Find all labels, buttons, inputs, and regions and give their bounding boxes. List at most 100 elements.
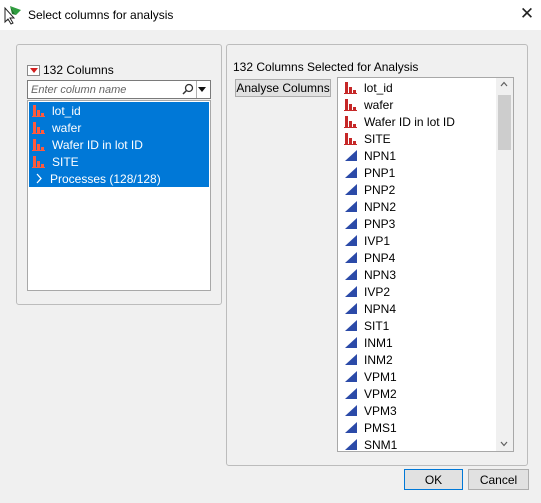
list-item-label: INM2 <box>364 352 393 367</box>
list-item-label: PNP1 <box>364 165 396 180</box>
search-separator <box>196 81 197 98</box>
nominal-icon <box>344 81 358 94</box>
list-item-label: SITE <box>364 131 391 146</box>
continuous-icon <box>344 302 358 315</box>
scroll-down-icon[interactable] <box>500 441 508 447</box>
list-item[interactable]: PMS1 <box>340 419 397 436</box>
list-item-label: NPN2 <box>364 199 397 214</box>
list-item-group[interactable]: Processes (128/128) <box>28 170 161 187</box>
continuous-icon <box>344 285 358 298</box>
selected-columns-header: 132 Columns Selected for Analysis <box>233 60 419 74</box>
list-item-label: NPN4 <box>364 301 397 316</box>
list-item[interactable]: PNP1 <box>340 164 395 181</box>
list-item[interactable]: VPM3 <box>340 402 397 419</box>
nominal-icon <box>32 104 46 117</box>
selected-column-list: lot_idwafer Wafer ID in lot ID SITE NPN1 PNP… <box>337 77 514 452</box>
list-item[interactable]: VPM2 <box>340 385 397 402</box>
columns-header: 132 Columns <box>27 63 114 77</box>
list-item[interactable]: wafer <box>28 119 81 136</box>
column-search-box <box>27 80 211 99</box>
list-item-label: VPM2 <box>364 386 397 401</box>
list-item[interactable]: SIT1 <box>340 317 389 334</box>
list-item[interactable]: PNP4 <box>340 249 395 266</box>
list-item-label: PNP4 <box>364 250 396 265</box>
list-item[interactable]: PNP2 <box>340 181 395 198</box>
nominal-icon <box>32 155 46 168</box>
list-item-label: INM1 <box>364 335 393 350</box>
column-list: lot_id wafer Wafer ID in lot ID SITE Pro… <box>27 100 211 291</box>
ok-button[interactable]: OK <box>404 469 463 490</box>
continuous-icon <box>344 183 358 196</box>
list-item[interactable]: IVP1 <box>340 232 390 249</box>
continuous-icon <box>344 251 358 264</box>
list-item-label: wafer <box>364 97 394 112</box>
jmp-app-icon <box>4 6 21 25</box>
list-item[interactable]: PNP3 <box>340 215 395 232</box>
list-item-label: NPN3 <box>364 267 397 282</box>
list-item[interactable]: NPN4 <box>340 300 396 317</box>
search-icon[interactable] <box>181 82 195 97</box>
continuous-icon <box>344 353 358 366</box>
chevron-right-icon[interactable] <box>34 172 44 185</box>
list-item[interactable]: INM2 <box>340 351 393 368</box>
columns-count-label: 132 Columns <box>43 63 114 77</box>
nominal-icon <box>344 98 358 111</box>
list-item[interactable]: IVP2 <box>340 283 390 300</box>
continuous-icon <box>344 234 358 247</box>
search-input[interactable] <box>31 82 181 97</box>
list-item[interactable]: VPM1 <box>340 368 397 385</box>
close-icon[interactable]: ✕ <box>516 4 538 24</box>
list-item[interactable]: SITE <box>340 130 391 147</box>
list-item-label: Wafer ID in lot ID <box>364 114 455 129</box>
list-item-label: PNP3 <box>364 216 396 231</box>
list-item-label: SNM1 <box>364 437 398 452</box>
continuous-icon <box>344 166 358 179</box>
list-item[interactable]: SNM1 <box>340 436 398 452</box>
vertical-scrollbar[interactable] <box>496 78 513 451</box>
list-item-label: VPM1 <box>364 369 397 384</box>
list-item[interactable]: wafer <box>340 96 393 113</box>
continuous-icon <box>344 404 358 417</box>
continuous-icon <box>344 421 358 434</box>
scroll-up-icon[interactable] <box>500 81 508 87</box>
list-item-label: IVP1 <box>364 233 391 248</box>
list-item[interactable]: NPN3 <box>340 266 396 283</box>
list-item[interactable]: lot_id <box>28 102 81 119</box>
list-item-label: SIT1 <box>364 318 390 333</box>
list-item[interactable]: SITE <box>28 153 79 170</box>
list-item-label: VPM3 <box>364 403 397 418</box>
cancel-button[interactable]: Cancel <box>468 469 529 490</box>
list-item-label: NPN1 <box>364 148 397 163</box>
list-item[interactable]: NPN2 <box>340 198 396 215</box>
list-item-label: lot_id <box>364 80 393 95</box>
window-title: Select columns for analysis <box>28 8 174 22</box>
list-item[interactable]: Wafer ID in lot ID <box>340 113 455 130</box>
list-item-label: SITE <box>52 154 79 169</box>
list-item-label: wafer <box>52 120 82 135</box>
list-item-label: lot_id <box>52 103 81 118</box>
list-item-label: PMS1 <box>364 420 397 435</box>
list-item-label: Wafer ID in lot ID <box>52 137 143 152</box>
nominal-icon <box>344 115 358 128</box>
title-bar: Select columns for analysis ✕ <box>0 0 541 30</box>
nominal-icon <box>32 138 46 151</box>
continuous-icon <box>344 200 358 213</box>
analyse-columns-button[interactable]: Analyse Columns <box>235 79 331 97</box>
continuous-icon <box>344 438 358 451</box>
list-item[interactable]: Wafer ID in lot ID <box>28 136 143 153</box>
continuous-icon <box>344 268 358 281</box>
list-item-label: Processes (128/128) <box>50 171 161 186</box>
nominal-icon <box>32 121 46 134</box>
list-item[interactable]: lot_id <box>340 79 393 96</box>
continuous-icon <box>344 336 358 349</box>
continuous-icon <box>344 387 358 400</box>
continuous-icon <box>344 149 358 162</box>
continuous-icon <box>344 217 358 230</box>
scroll-thumb[interactable] <box>498 95 511 150</box>
list-item[interactable]: NPN1 <box>340 147 396 164</box>
list-item[interactable]: INM1 <box>340 334 393 351</box>
red-triangle-menu-icon[interactable] <box>27 64 40 76</box>
continuous-icon <box>344 319 358 332</box>
list-item-label: IVP2 <box>364 284 391 299</box>
search-options-dropdown-icon[interactable] <box>198 87 206 92</box>
